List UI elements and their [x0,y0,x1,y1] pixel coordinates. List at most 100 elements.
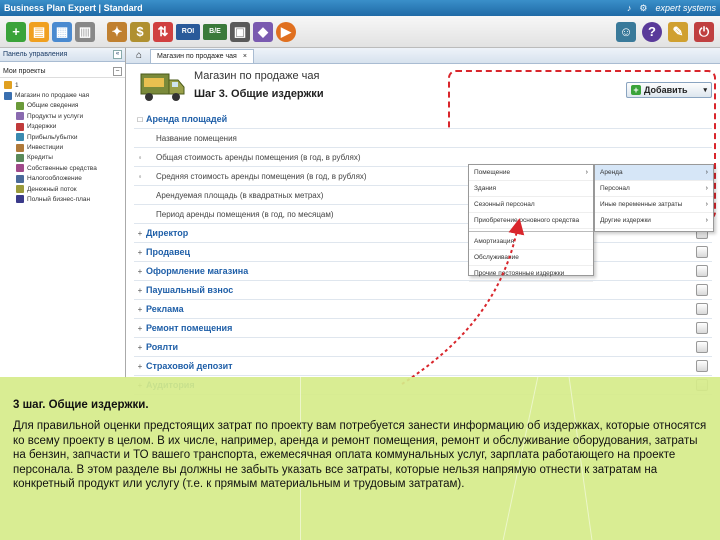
tree-item[interactable]: Продукты и услуги [4,111,125,121]
chevron-right-icon: › [705,185,708,192]
wizard-icon[interactable]: ✦ [107,21,127,42]
step-title: Шаг 3. Общие издержки [194,88,324,100]
edit-row-icon[interactable] [696,341,708,353]
cost-section-row[interactable]: + Ремонт помещения [134,319,712,338]
add-button[interactable]: + Добавить ▾ [626,82,712,98]
menu-item-label: Иные переменные затраты [600,201,683,208]
menu-item[interactable]: Помещение › [469,165,593,181]
delete-icon[interactable]: ▥ [75,21,95,42]
edit-row-icon[interactable] [696,322,708,334]
cost-section-row[interactable]: + Роялти [134,338,712,357]
minimize-icon[interactable]: – [113,67,122,76]
menu-item[interactable]: Здания [469,181,593,197]
menu-item-label: Сезонный персонал [474,201,535,208]
expand-toggle-icon[interactable]: ◦ [134,153,146,162]
money-bag-icon[interactable]: $ [130,21,150,42]
expand-toggle-icon[interactable]: + [134,229,146,238]
tree-item[interactable]: Денежный поток [4,184,125,194]
app-title: Business Plan Expert | Standard [4,3,143,13]
help-icon[interactable]: ? [642,21,662,42]
menu-item[interactable]: Сезонный персонал [469,197,593,213]
tree-item-label: Прибыль/убытки [27,133,78,141]
row-label: Страховой депозит [146,361,233,371]
edit-row-icon[interactable] [696,284,708,296]
menu-item[interactable]: Амортизация [469,234,593,250]
home-icon[interactable]: ⌂ [132,50,146,62]
save-icon[interactable]: ▦ [52,21,72,42]
tree-item-label: Полный бизнес-план [27,195,91,203]
cost-section-row[interactable]: + Реклама [134,300,712,319]
break-even-icon[interactable]: B/E [203,23,227,40]
edit-row-icon[interactable] [696,246,708,258]
tree-item[interactable]: Налогообложение [4,174,125,184]
expand-toggle-icon[interactable]: + [134,305,146,314]
tree-item-label: Налогообложение [27,175,82,183]
menu-item[interactable]: Иные переменные затраты › [595,197,713,213]
menu-item[interactable]: Приобретение основного средства [469,213,593,229]
menu-item[interactable]: Персонал › [595,181,713,197]
menu-item[interactable]: Прочие постоянные издержки [469,266,593,282]
tree-item[interactable]: Собственные средства [4,163,125,173]
tree-item[interactable]: Прибыль/убытки [4,132,125,142]
cost-section-row[interactable]: + Страховой депозит [134,357,712,376]
cost-list: □ Аренда площадей Название помещения ◦ Общая… [134,110,712,395]
tree-node-icon [16,101,24,110]
menu-item-label: Здания [474,185,497,192]
menu-item[interactable]: Аренда › [595,165,713,181]
tab-project[interactable]: Магазин по продаже чая × [150,49,254,63]
menu-item-label: Аренда [600,169,623,176]
expand-toggle-icon[interactable]: + [134,267,146,276]
menu-item-label: Обслуживание [474,254,519,261]
settings-icon[interactable]: ⚙ [639,3,647,14]
edit-row-icon[interactable] [696,360,708,372]
chart-icon[interactable]: ◆ [253,21,273,42]
cost-section-row[interactable]: + Оформление магазина [134,262,712,281]
expand-toggle-icon[interactable]: ◦ [134,172,146,181]
edit-icon[interactable]: ✎ [668,21,688,42]
tree-node-icon [16,185,24,194]
cost-field-row[interactable]: Название помещения [134,129,712,148]
expand-toggle-icon[interactable]: □ [134,115,146,124]
users-icon[interactable]: ☺ [616,21,636,42]
play-icon[interactable]: ▶ [276,21,296,42]
tree-item[interactable]: Магазин по продаже чая [4,90,125,100]
tree-node-icon [16,195,24,204]
open-folder-icon[interactable]: ▤ [29,21,49,42]
tree-item[interactable]: Инвестиции [4,142,125,152]
tree-node-icon [16,112,24,121]
new-project-icon[interactable]: + [6,21,26,42]
chevron-down-icon: ▾ [703,87,707,94]
expand-toggle-icon[interactable]: + [134,324,146,333]
sound-icon[interactable]: ♪ [627,3,632,13]
row-label: Название помещения [156,133,237,143]
edit-row-icon[interactable] [696,265,708,277]
cost-section-row[interactable]: □ Аренда площадей [134,110,712,129]
expand-toggle-icon[interactable]: + [134,362,146,371]
tree-item[interactable]: Издержки [4,122,125,132]
export-icon[interactable]: ⇅ [153,21,173,42]
tree-item[interactable]: Кредиты [4,153,125,163]
add-menu: Помещение › Здания Сезонный персонал Приобре… [468,164,594,282]
project-tree: 1 Магазин по продаже чая Общие сведения Про… [0,78,125,205]
cost-section-row[interactable]: + Паушальный взнос [134,281,712,300]
expand-toggle-icon[interactable]: + [134,286,146,295]
tree-node-icon [16,174,24,183]
close-tab-icon[interactable]: × [243,53,247,60]
tree-item[interactable]: 1 [4,80,125,90]
edit-row-icon[interactable] [696,303,708,315]
menu-item[interactable]: Обслуживание [469,250,593,266]
panel-header: Панель управления « [0,48,125,62]
collapse-icon[interactable]: « [113,50,122,59]
report-icon[interactable]: ▣ [230,21,250,42]
tree-item[interactable]: Полный бизнес-план [4,194,125,204]
menu-item[interactable]: Другие издержки › [595,213,713,229]
menu-item-label: Амортизация [474,238,514,245]
menu-item-label: Прочие постоянные издержки [474,270,565,277]
roi-icon[interactable]: ROI [176,23,200,40]
cost-section-row[interactable]: + Продавец [134,243,712,262]
expand-toggle-icon[interactable]: + [134,248,146,257]
expand-toggle-icon[interactable]: + [134,343,146,352]
exit-icon[interactable]: ⏻ [694,21,714,42]
tree-item[interactable]: Общие сведения [4,101,125,111]
tree-item-label: Собственные средства [27,164,97,172]
